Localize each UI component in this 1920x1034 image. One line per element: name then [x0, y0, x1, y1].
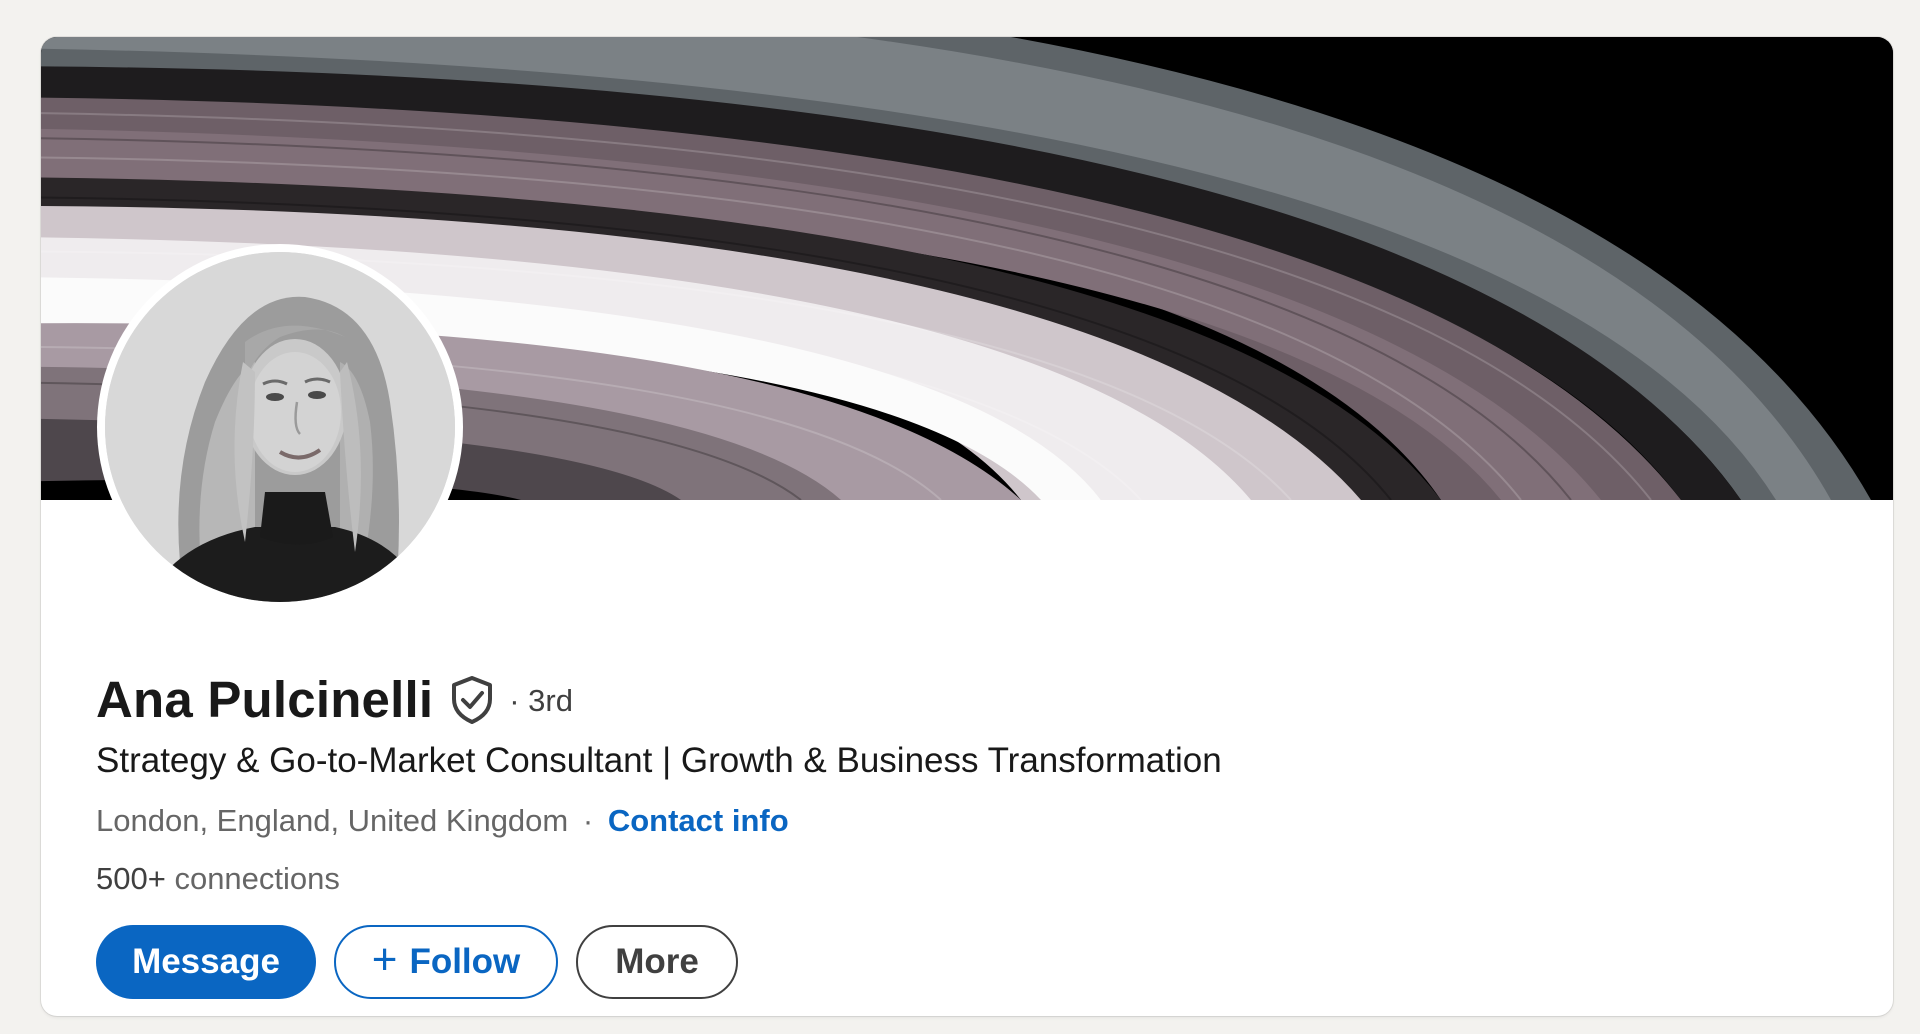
profile-card: Ana Pulcinelli · 3rd Strategy & Go-to-Ma…	[41, 37, 1893, 1016]
profile-name: Ana Pulcinelli	[96, 671, 434, 728]
profile-actions: Message + Follow More	[96, 925, 738, 999]
connections-label: connections	[174, 861, 340, 896]
connections[interactable]: 500+ connections	[96, 857, 340, 901]
profile-photo	[105, 252, 455, 602]
connections-count: 500+	[96, 861, 166, 896]
follow-label: Follow	[409, 942, 521, 981]
plus-icon: +	[371, 935, 398, 984]
portrait-illustration	[105, 252, 455, 602]
verified-shield-icon[interactable]	[449, 675, 495, 725]
profile-headline: Strategy & Go-to-Market Consultant | Gro…	[96, 741, 1222, 780]
message-label: Message	[132, 942, 280, 981]
avatar[interactable]	[97, 244, 463, 610]
follow-button[interactable]: + Follow	[334, 925, 558, 999]
contact-info-link[interactable]: Contact info	[608, 803, 789, 838]
location: London, England, United Kingdom	[96, 803, 569, 838]
name-row: Ana Pulcinelli · 3rd	[96, 665, 573, 735]
more-label: More	[615, 942, 699, 981]
more-button[interactable]: More	[576, 925, 738, 999]
location-row: London, England, United Kingdom · Contac…	[96, 799, 789, 843]
message-button[interactable]: Message	[96, 925, 316, 999]
connection-degree: · 3rd	[509, 683, 573, 718]
separator: ·	[582, 803, 594, 838]
